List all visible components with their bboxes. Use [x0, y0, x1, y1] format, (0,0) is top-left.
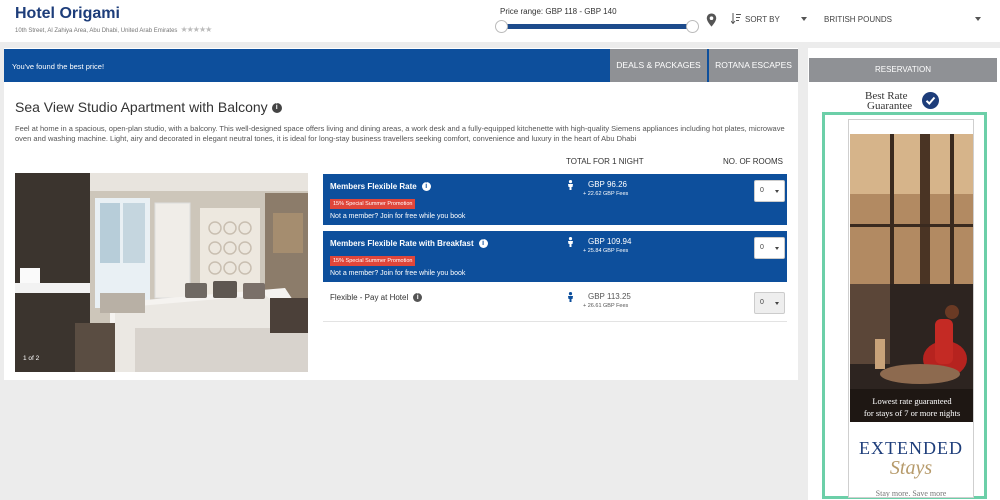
rate-fees: + 26.61 GBP Fees: [583, 303, 629, 309]
sort-by-dropdown[interactable]: SORT BY: [745, 15, 780, 24]
extended-stays-ad[interactable]: Lowest rate guaranteed for stays of 7 or…: [822, 112, 987, 499]
info-icon[interactable]: i: [421, 182, 431, 192]
price-range-label: Price range: GBP 118 - GBP 140: [500, 7, 617, 16]
price-slider-max-handle[interactable]: [686, 20, 699, 33]
room-description: Feel at home in a spacious, open-plan st…: [15, 124, 785, 143]
room-count-value: 0: [760, 244, 764, 251]
join-member-link[interactable]: Not a member? Join for free while you bo…: [330, 213, 465, 220]
ad-caption-line2: for stays of 7 or more nights: [863, 408, 961, 418]
rate-row-members-flexible-breakfast[interactable]: Members Flexible Rate with Breakfast i 15…: [323, 231, 787, 282]
room-count-select[interactable]: 0: [754, 180, 785, 202]
room-count-select[interactable]: 0: [754, 292, 785, 314]
sort-chevron-down-icon[interactable]: [801, 17, 807, 21]
room-photo[interactable]: 1 of 2: [15, 173, 308, 372]
promo-badge: 15% Special Summer Promotion: [330, 199, 416, 209]
rate-price: GBP 109.94: [588, 237, 632, 246]
price-range-title: Price range:: [500, 7, 544, 16]
person-icon: [568, 237, 573, 247]
room-count-value: 0: [760, 299, 764, 306]
rate-name-text: Flexible - Pay at Hotel: [330, 293, 409, 302]
rate-name-text: Members Flexible Rate: [330, 182, 417, 191]
best-rate-guarantee[interactable]: Best Rate Guarantee: [865, 91, 913, 112]
total-column-header: TOTAL FOR 1 NIGHT: [566, 157, 644, 166]
room-card: You've found the best price! DEALS & PAC…: [4, 48, 798, 380]
promo-badge: 15% Special Summer Promotion: [330, 256, 416, 266]
price-range-slider-track[interactable]: [502, 24, 694, 29]
currency-chevron-down-icon[interactable]: [975, 17, 981, 21]
photo-counter: 1 of 2: [23, 355, 40, 362]
best-price-banner: You've found the best price! DEALS & PAC…: [4, 49, 798, 82]
rate-row-members-flexible[interactable]: Members Flexible Rate i 15% Special Summe…: [323, 174, 787, 225]
person-icon: [568, 292, 573, 302]
ad-photo-image: [850, 134, 973, 422]
rate-name: Flexible - Pay at Hotel i: [330, 293, 423, 303]
rate-name-text: Members Flexible Rate with Breakfast: [330, 239, 474, 248]
room-count-select[interactable]: 0: [754, 237, 785, 259]
rate-name: Members Flexible Rate with Breakfast i: [330, 239, 488, 249]
reservation-panel: RESERVATION Best Rate Guarantee Lowest r…: [808, 48, 1000, 500]
rate-fees: + 22.62 GBP Fees: [583, 191, 629, 197]
info-icon[interactable]: i: [478, 239, 488, 249]
tab-rotana-escapes[interactable]: ROTANA ESCAPES: [709, 49, 798, 82]
price-slider-min-handle[interactable]: [495, 20, 508, 33]
currency-dropdown[interactable]: BRITISH POUNDS: [824, 15, 892, 24]
chevron-down-icon: [775, 247, 779, 250]
chevron-down-icon: [775, 190, 779, 193]
chevron-down-icon: [775, 302, 779, 305]
rooms-column-header: NO. OF ROOMS: [723, 157, 783, 166]
room-count-value: 0: [760, 187, 764, 194]
info-icon[interactable]: i: [271, 103, 282, 114]
star-rating: ★★★★★: [180, 25, 212, 34]
best-price-message: You've found the best price!: [12, 62, 105, 71]
rate-row-flexible-pay-at-hotel[interactable]: Flexible - Pay at Hotel i GBP 113.25 + 26…: [323, 288, 787, 322]
checkmark-badge-icon: [922, 92, 939, 109]
ad-tagline: Stay more. Save more: [875, 489, 947, 498]
reservation-header: RESERVATION: [809, 58, 997, 82]
rate-price: GBP 96.26: [588, 180, 627, 189]
room-title-text: Sea View Studio Apartment with Balcony: [15, 99, 268, 115]
hotel-address: 10th Street, Al Zahiya Area, Abu Dhabi, …: [15, 25, 212, 34]
hotel-address-text: 10th Street, Al Zahiya Area, Abu Dhabi, …: [15, 28, 178, 34]
top-header: Hotel Origami 10th Street, Al Zahiya Are…: [0, 0, 1000, 42]
ad-extended-heading: EXTENDED: [859, 438, 963, 458]
join-member-link[interactable]: Not a member? Join for free while you bo…: [330, 270, 465, 277]
ad-banner: Lowest rate guaranteed for stays of 7 or…: [848, 119, 974, 498]
room-photo-image: [15, 173, 308, 372]
sort-icon[interactable]: [731, 13, 741, 24]
rate-name: Members Flexible Rate i: [330, 182, 431, 192]
info-icon[interactable]: i: [413, 293, 423, 303]
ad-photo: Lowest rate guaranteed for stays of 7 or…: [850, 134, 973, 422]
rate-price: GBP 113.25: [588, 292, 631, 301]
price-range-value: GBP 118 - GBP 140: [545, 7, 617, 16]
tab-deals-packages[interactable]: DEALS & PACKAGES: [610, 49, 707, 82]
rate-fees: + 25.84 GBP Fees: [583, 248, 629, 254]
map-pin-icon[interactable]: [706, 13, 717, 27]
room-title: Sea View Studio Apartment with Balcony i: [15, 99, 282, 115]
person-icon: [568, 180, 573, 190]
ad-caption-line1: Lowest rate guaranteed: [872, 396, 952, 406]
best-rate-line2: Guarantee: [867, 100, 913, 112]
hotel-name[interactable]: Hotel Origami: [15, 5, 120, 23]
ad-stays-script: Stays: [889, 457, 933, 479]
